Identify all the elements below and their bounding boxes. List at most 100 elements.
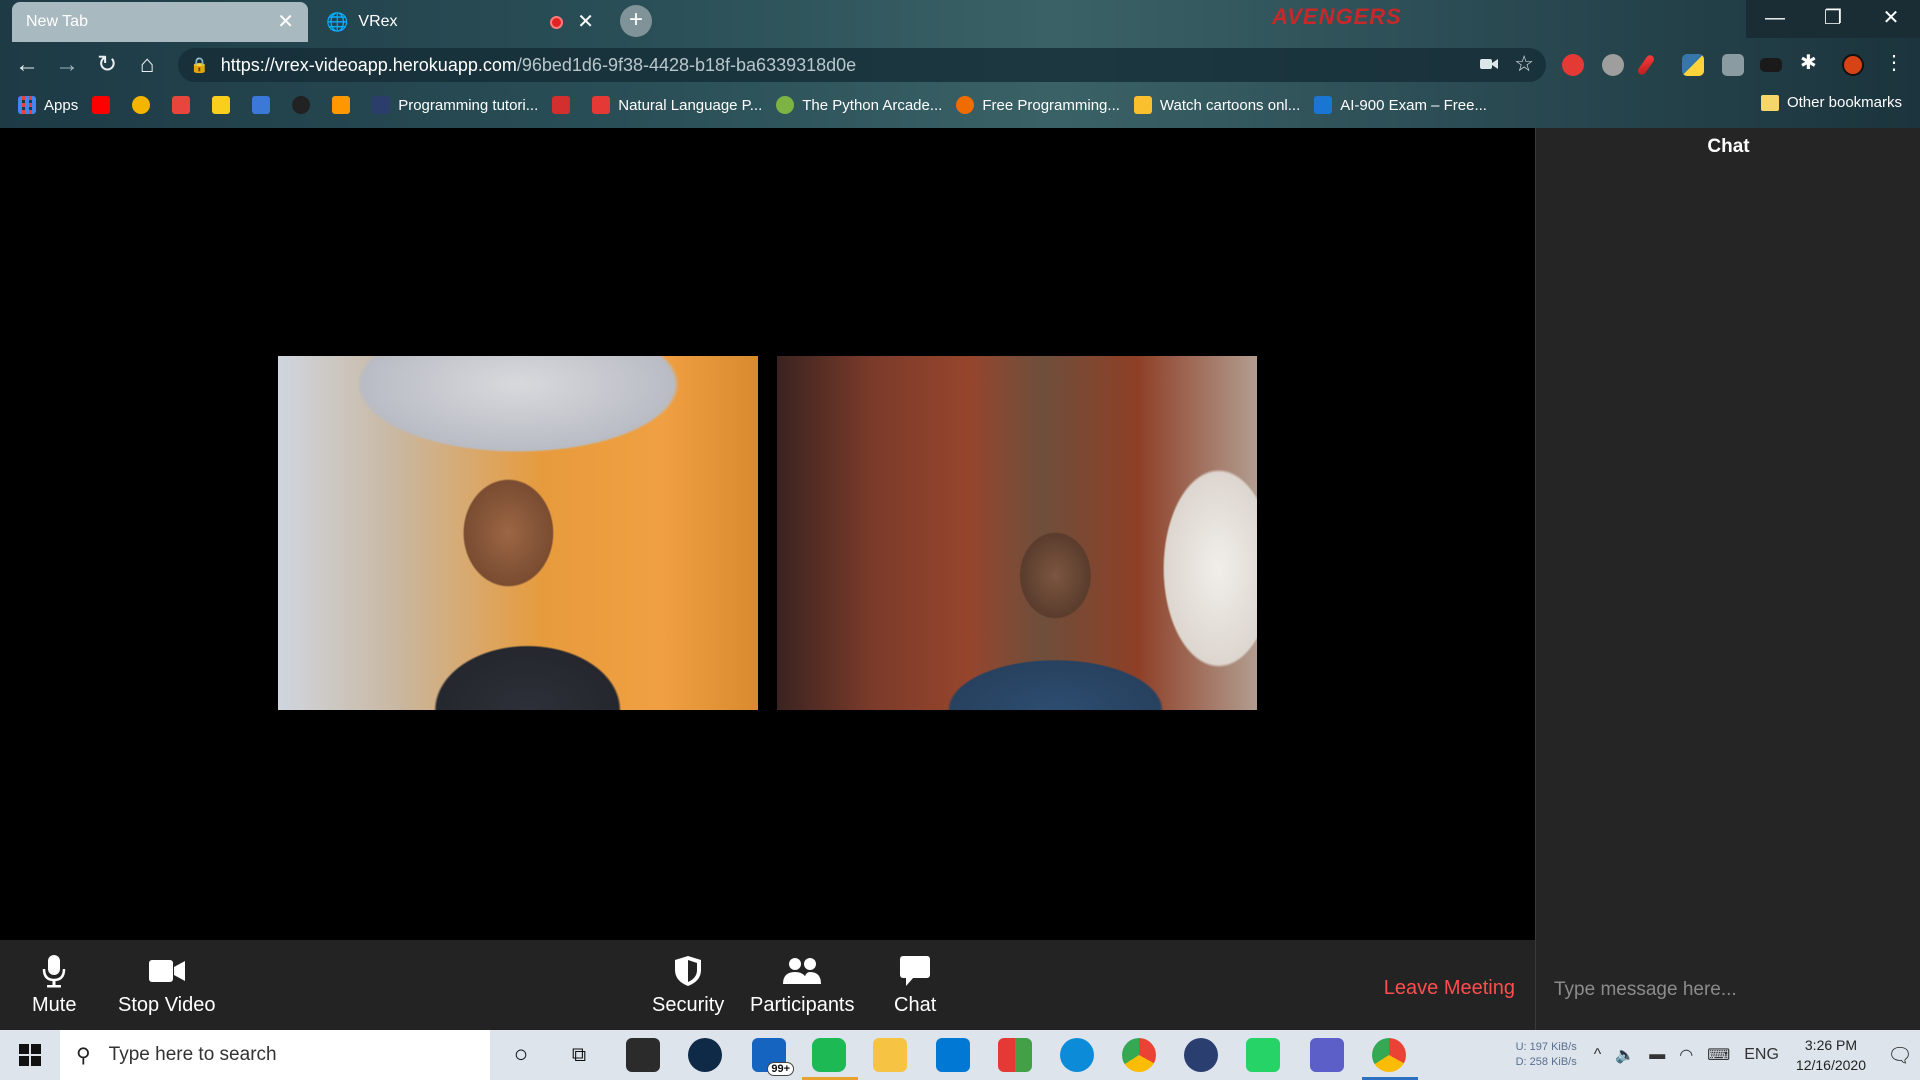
vscode-icon[interactable] xyxy=(936,1038,970,1072)
profile-avatar[interactable] xyxy=(1842,54,1864,76)
eclipse-icon[interactable] xyxy=(1184,1038,1218,1072)
chat-bubble-icon xyxy=(899,954,931,988)
address-bar[interactable]: 🔒 https://vrex-videoapp.herokuapp.com/96… xyxy=(178,48,1546,82)
cortana-icon[interactable]: ○ xyxy=(504,1038,538,1072)
volume-icon[interactable]: 🔈 xyxy=(1615,1045,1635,1065)
extension-icon[interactable] xyxy=(1760,58,1782,72)
tab-vrex[interactable]: 🌐 VRex ✕ xyxy=(312,2,608,42)
bookmark-free-programming[interactable]: Free Programming... xyxy=(956,96,1120,114)
battery-icon[interactable]: ▬ xyxy=(1649,1046,1665,1064)
net-upload: 197 KiB/s xyxy=(1529,1041,1577,1053)
bookmark-item[interactable] xyxy=(552,96,578,114)
bookmark-item[interactable] xyxy=(292,96,318,114)
stop-video-button[interactable]: Stop Video xyxy=(118,954,216,1017)
taskbar-search[interactable]: ⚲ Type here to search xyxy=(60,1030,490,1080)
chevron-up-icon[interactable]: ^ xyxy=(1594,1046,1602,1064)
star-icon[interactable]: ☆ xyxy=(1514,51,1534,77)
file-explorer-icon[interactable] xyxy=(873,1038,907,1072)
wifi-icon[interactable]: ◠ xyxy=(1679,1045,1693,1065)
video-camera-icon xyxy=(148,954,185,988)
whatsapp-icon[interactable] xyxy=(1246,1038,1280,1072)
tab-strip: New Tab ✕ 🌐 VRex ✕ + AVENGERS — ❐ ✕ xyxy=(0,0,1920,42)
extension-pen-icon[interactable] xyxy=(1636,53,1656,77)
camera-icon[interactable] xyxy=(1480,54,1498,77)
windows-icon xyxy=(19,1044,41,1066)
chrome-icon[interactable] xyxy=(1122,1038,1156,1072)
task-view-icon[interactable]: ⧉ xyxy=(562,1038,596,1072)
extension-adblock-icon[interactable] xyxy=(1562,54,1584,76)
puzzle-icon[interactable]: ✱ xyxy=(1800,50,1822,74)
bookmark-favicon-icon xyxy=(552,96,571,114)
app-icon[interactable] xyxy=(998,1038,1032,1072)
home-button[interactable]: ⌂ xyxy=(130,48,164,82)
stop-video-label: Stop Video xyxy=(118,994,216,1016)
bookmark-item[interactable] xyxy=(132,96,158,114)
back-button[interactable]: ← xyxy=(10,48,44,82)
bookmark-natural-language[interactable]: Natural Language P... xyxy=(592,96,762,114)
net-download: 258 KiB/s xyxy=(1529,1056,1577,1068)
url-path: /96bed1d6-9f38-4428-b18f-ba6339318d0e xyxy=(516,54,857,75)
microphone-icon xyxy=(41,954,67,988)
window-controls: — ❐ ✕ xyxy=(1746,0,1920,38)
clock[interactable]: 3:26 PM 12/16/2020 xyxy=(1796,1035,1866,1075)
lock-icon: 🔒 xyxy=(190,57,209,74)
bookmark-youtube[interactable] xyxy=(92,96,118,114)
tab-new-tab[interactable]: New Tab ✕ xyxy=(12,2,308,42)
spotify-icon[interactable] xyxy=(812,1038,846,1072)
bookmark-item[interactable] xyxy=(332,96,358,114)
notification-icon[interactable]: 🗨 xyxy=(1880,1043,1920,1068)
extension-icon[interactable] xyxy=(1602,54,1624,76)
chat-message-input[interactable] xyxy=(1554,979,1904,1001)
store-icon[interactable] xyxy=(626,1038,660,1072)
participants-button[interactable]: Participants xyxy=(750,954,855,1017)
video-grid xyxy=(0,128,1535,940)
keyboard-icon[interactable]: ⌨ xyxy=(1707,1045,1730,1065)
mail-icon[interactable]: 99+ xyxy=(752,1038,794,1076)
people-icon xyxy=(782,954,822,988)
other-bookmarks-label: Other bookmarks xyxy=(1786,94,1902,111)
edge-icon[interactable] xyxy=(1060,1038,1094,1072)
language-indicator[interactable]: ENG xyxy=(1744,1046,1779,1064)
bookmark-watch-cartoons[interactable]: Watch cartoons onl... xyxy=(1133,96,1300,114)
extension-icon[interactable] xyxy=(1722,54,1744,76)
new-tab-button[interactable]: + xyxy=(620,5,652,37)
minimize-button[interactable]: — xyxy=(1746,0,1804,38)
tab-close-icon[interactable]: ✕ xyxy=(277,12,294,32)
bookmark-favicon-icon xyxy=(776,96,795,114)
bookmark-ai900[interactable]: AI-900 Exam – Free... xyxy=(1314,96,1487,114)
bookmark-label: Programming tutori... xyxy=(398,96,539,114)
chat-button[interactable]: Chat xyxy=(894,954,936,1017)
other-bookmarks[interactable]: Other bookmarks xyxy=(1760,94,1902,111)
app-icon[interactable] xyxy=(1310,1038,1344,1072)
restore-button[interactable]: ❐ xyxy=(1804,0,1862,38)
bookmark-programming-tutorials[interactable]: Programming tutori... xyxy=(372,96,538,114)
url-host: https://vrex-videoapp.herokuapp.com xyxy=(220,54,517,75)
tab-title: New Tab xyxy=(26,13,88,30)
chat-panel: Chat xyxy=(1535,128,1920,1030)
bookmark-apps[interactable]: Apps xyxy=(18,96,78,114)
bookmark-item[interactable] xyxy=(252,96,278,114)
apps-grid-icon xyxy=(18,96,36,114)
menu-icon[interactable]: ⋮ xyxy=(1884,50,1906,74)
mute-button[interactable]: Mute xyxy=(32,954,76,1017)
close-window-button[interactable]: ✕ xyxy=(1862,0,1920,38)
extension-python-icon[interactable] xyxy=(1682,54,1704,76)
leave-meeting-button[interactable]: Leave Meeting xyxy=(1384,977,1515,1000)
bookmark-label: AI-900 Exam – Free... xyxy=(1340,96,1487,114)
bookmark-item[interactable] xyxy=(212,96,238,114)
net-up-label: U: xyxy=(1515,1041,1527,1053)
security-button[interactable]: Security xyxy=(652,954,724,1017)
network-speed: U: 197 KiB/s D: 258 KiB/s xyxy=(1516,1040,1577,1070)
globe-icon: 🌐 xyxy=(326,11,349,32)
bookmark-item[interactable] xyxy=(172,96,198,114)
reload-button[interactable]: ↻ xyxy=(90,48,124,82)
chrome-icon[interactable] xyxy=(1372,1038,1406,1072)
bookmark-python-arcade[interactable]: The Python Arcade... xyxy=(776,96,942,114)
bookmark-favicon-icon xyxy=(592,96,611,114)
start-button[interactable] xyxy=(0,1030,60,1080)
tab-close-icon[interactable]: ✕ xyxy=(577,12,594,32)
security-label: Security xyxy=(652,994,725,1016)
forward-button[interactable]: → xyxy=(50,48,84,82)
recording-icon xyxy=(550,15,564,29)
steam-icon[interactable] xyxy=(688,1038,722,1072)
